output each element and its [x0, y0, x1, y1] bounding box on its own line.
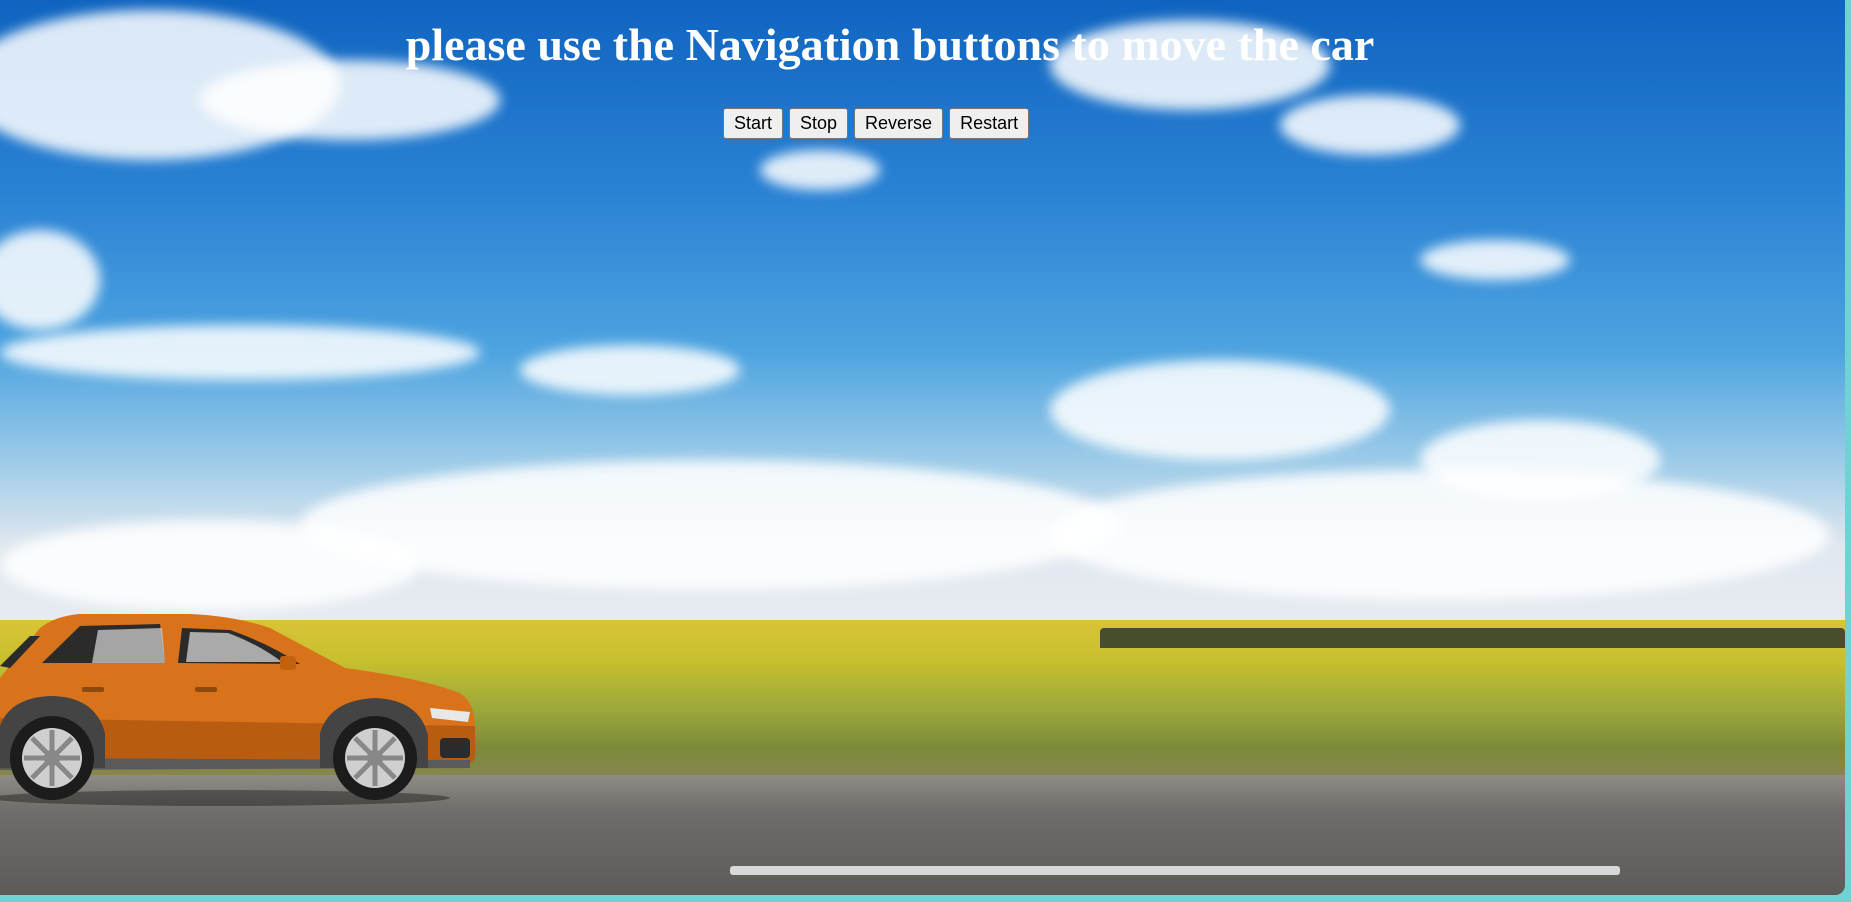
navigation-buttons: Start Stop Reverse Restart — [723, 108, 1030, 139]
cloud — [300, 460, 1120, 590]
cloud — [0, 520, 420, 610]
start-button[interactable]: Start — [723, 108, 784, 139]
road-line — [730, 866, 1620, 875]
car — [0, 614, 475, 806]
cloud — [200, 60, 500, 140]
page-title: please use the Navigation buttons to mov… — [405, 19, 1375, 70]
cloud — [760, 150, 880, 190]
cloud — [0, 325, 480, 380]
treeline — [1100, 628, 1845, 648]
restart-button[interactable]: Restart — [949, 108, 1030, 139]
cloud — [1280, 95, 1460, 155]
stop-button[interactable]: Stop — [789, 108, 849, 139]
cloud — [520, 345, 740, 395]
cloud — [1050, 360, 1390, 460]
background-scene: please use the Navigation buttons to mov… — [0, 0, 1845, 895]
reverse-button[interactable]: Reverse — [854, 108, 944, 139]
cloud — [1050, 470, 1830, 600]
cloud — [1420, 240, 1570, 280]
